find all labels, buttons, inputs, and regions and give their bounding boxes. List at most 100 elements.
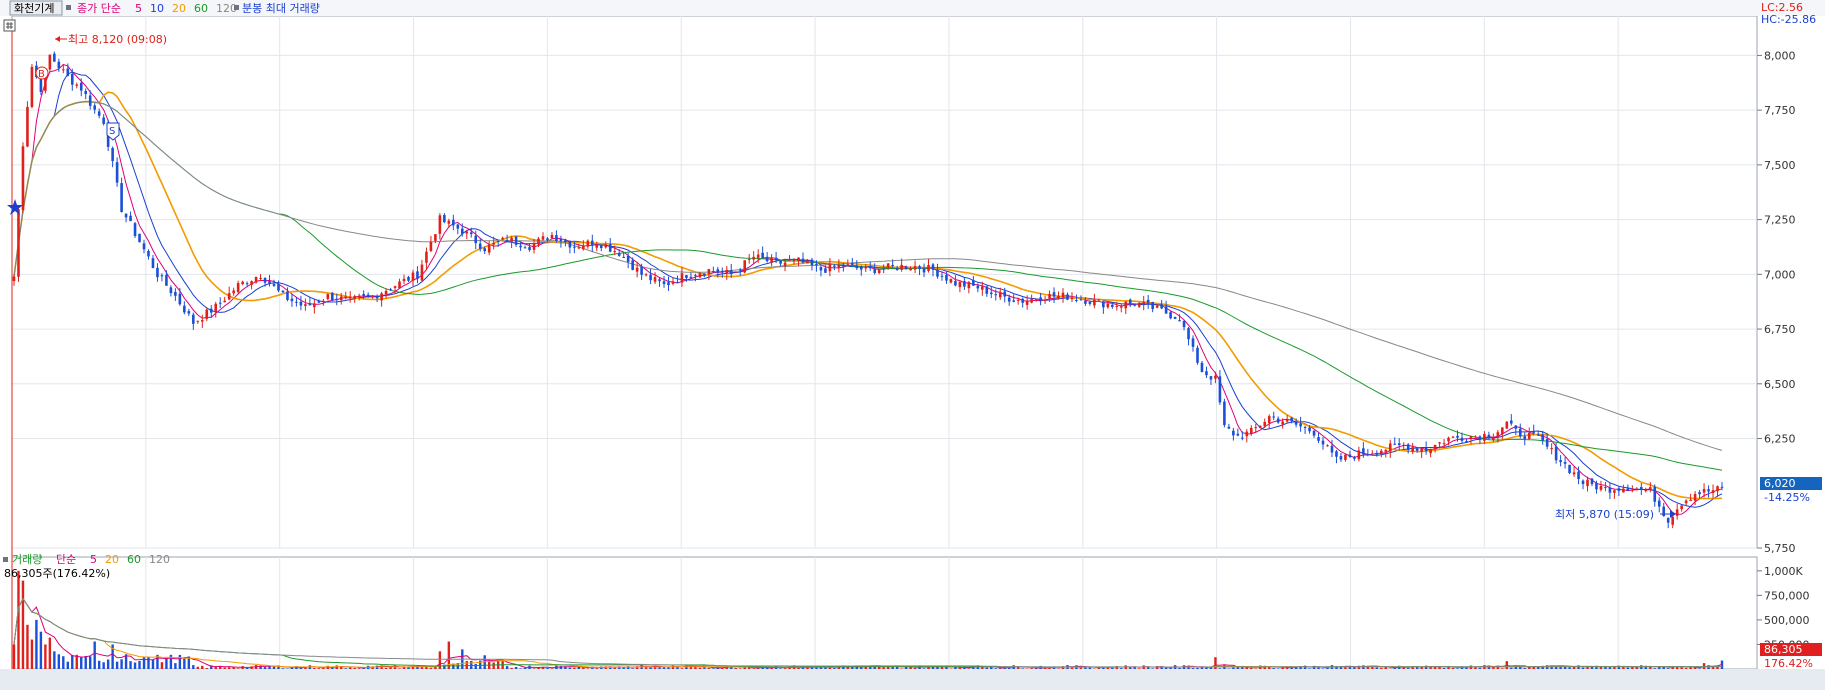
candle-body — [300, 302, 303, 306]
volume-tick-label: 500,000 — [1764, 614, 1810, 627]
candle-body — [273, 284, 276, 286]
candle-body — [896, 268, 899, 270]
max-volume-legend[interactable]: 분봉 최대 거래량 — [242, 2, 320, 15]
candle-body — [152, 258, 155, 268]
candle-body — [380, 293, 383, 300]
candle-body — [129, 216, 132, 221]
volume-bar — [264, 667, 266, 669]
candle-body — [1026, 301, 1029, 305]
volume-bar — [533, 668, 535, 669]
price-tick-label: 7,750 — [1764, 104, 1796, 117]
candle-body — [1183, 321, 1186, 327]
candle-body — [1443, 443, 1446, 444]
candlestick-chart[interactable]: 8,0007,7507,5007,2507,0006,7506,5006,250… — [0, 0, 1825, 690]
volume-tick-label: 1,000K — [1764, 565, 1803, 578]
candle-body — [533, 243, 536, 250]
volume-bar — [1151, 668, 1153, 669]
candle-body — [1071, 298, 1074, 299]
legend-bullet-icon — [66, 5, 71, 10]
candle-body — [990, 293, 993, 295]
volume-ma-period-20: 20 — [105, 553, 119, 566]
candle-body — [1151, 302, 1154, 309]
volume-ma-label[interactable]: 단순 — [56, 553, 76, 566]
volume-bar — [950, 668, 952, 669]
volume-bar — [22, 581, 24, 669]
volume-ma-period-5: 5 — [90, 553, 97, 566]
candle-body — [1210, 376, 1213, 379]
candle-body — [1308, 428, 1311, 432]
candle-body — [663, 281, 666, 284]
volume-bar — [663, 667, 665, 669]
candle-body — [658, 279, 661, 281]
candle-body — [734, 272, 737, 273]
candle-body — [829, 264, 832, 271]
candle-body — [1402, 445, 1405, 446]
candle-body — [1662, 507, 1665, 516]
price-tick-label: 6,250 — [1764, 433, 1796, 446]
candle-body — [134, 223, 137, 236]
candle-body — [1532, 431, 1535, 433]
candle-body — [398, 281, 401, 288]
candle-body — [335, 299, 338, 300]
volume-bar — [206, 668, 208, 669]
candle-body — [779, 261, 782, 264]
volume-legend-label[interactable]: 거래량 — [12, 553, 42, 566]
candle-body — [806, 260, 809, 263]
candle-body — [685, 275, 688, 278]
candle-body — [1676, 509, 1679, 515]
ma-legend-label[interactable]: 종가 단순 — [77, 2, 121, 15]
candle-body — [515, 237, 518, 245]
candle-body — [1541, 435, 1544, 441]
volume-bar — [1622, 667, 1624, 669]
candle-body — [860, 266, 863, 269]
candle-body — [537, 239, 540, 245]
volume-bar — [1228, 668, 1230, 669]
grid-settings-icon[interactable] — [4, 20, 15, 31]
volume-bar — [986, 668, 988, 669]
candle-body — [439, 215, 442, 233]
volume-bar — [1407, 668, 1409, 669]
candle-body — [945, 275, 948, 281]
candle-body — [1192, 338, 1195, 347]
ma-period-5: 5 — [135, 2, 142, 15]
candle-body — [268, 281, 271, 284]
candle-body — [851, 263, 854, 265]
candle-body — [1600, 486, 1603, 490]
candle-body — [985, 286, 988, 293]
candle — [134, 222, 137, 238]
candle-body — [1084, 301, 1087, 304]
volume-bar — [1568, 667, 1570, 669]
volume-bar — [1416, 667, 1418, 669]
volume-current-text: 86,305주(176.42%) — [4, 567, 110, 580]
candle-body — [1703, 489, 1706, 493]
volume-bar — [1582, 668, 1584, 669]
chart-window: 8,0007,7507,5007,2507,0006,7506,5006,250… — [0, 0, 1825, 690]
candle-body — [793, 259, 796, 260]
candle-body — [757, 255, 760, 258]
volume-bar — [1452, 668, 1454, 669]
candle-body — [649, 275, 652, 280]
volume-bar — [35, 620, 37, 669]
volume-bar — [569, 668, 571, 669]
candle-body — [1331, 446, 1334, 453]
candle-body — [1035, 299, 1038, 300]
high-label: 최고 8,120 (09:08) — [68, 33, 167, 46]
candle-body — [1344, 455, 1347, 460]
price-tick-label: 7,250 — [1764, 214, 1796, 227]
candle-body — [1263, 422, 1266, 426]
candle-body — [725, 270, 728, 273]
candle-body — [676, 282, 679, 283]
candle-body — [627, 256, 630, 262]
volume-bar — [708, 668, 710, 669]
candle-body — [371, 296, 374, 298]
candle-body — [1129, 300, 1132, 304]
candle-body — [93, 105, 96, 109]
volume-bar — [161, 662, 163, 669]
candle-body — [416, 271, 419, 278]
candle-body — [1609, 488, 1612, 493]
candle-body — [551, 235, 554, 238]
candle-body — [1649, 487, 1652, 490]
candle-body — [847, 264, 850, 266]
ma-period-10: 10 — [150, 2, 164, 15]
candle-body — [62, 69, 65, 70]
